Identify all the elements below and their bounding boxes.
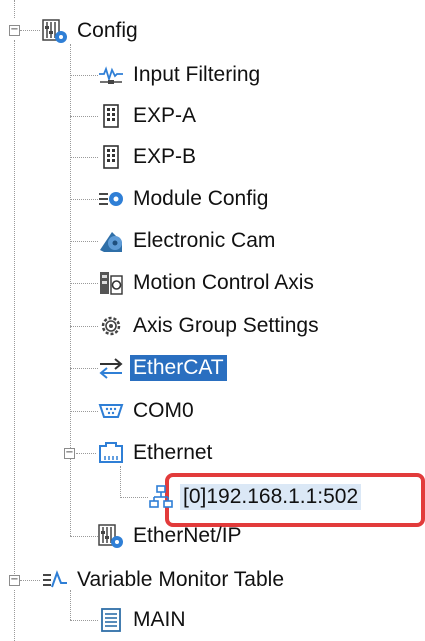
tree-node-exp-a[interactable]: EXP-A: [98, 99, 199, 133]
expand-toggle-ethernet[interactable]: −: [64, 448, 75, 459]
tree-guide: [70, 199, 98, 200]
tree-guide: [70, 620, 98, 621]
tree-node-modbus-connection[interactable]: [0]192.168.1.1:502: [148, 480, 362, 514]
tree-guide: [76, 453, 96, 454]
tree-guide: [70, 536, 98, 537]
tree-node-com0[interactable]: COM0: [98, 394, 197, 428]
tree-node-label: MAIN: [133, 608, 186, 631]
tree-guide: [70, 368, 98, 369]
tree-guide: [14, 590, 15, 641]
tree-guide: [70, 116, 98, 117]
tree-node-label: Input Filtering: [133, 63, 261, 86]
tree-guide: [70, 157, 98, 158]
tree-node-label: COM0: [133, 399, 194, 422]
cam-icon: [98, 228, 124, 254]
tree-guide: [120, 497, 148, 498]
tree-node-module-config[interactable]: Module Config: [98, 182, 271, 216]
waveform-icon: [98, 62, 124, 88]
tree-guide: [14, 0, 15, 18]
tree-node-label: Module Config: [133, 187, 269, 210]
expand-toggle-config[interactable]: −: [9, 25, 20, 36]
tree-node-config[interactable]: Config: [42, 14, 141, 48]
tree-node-input-filtering[interactable]: Input Filtering: [98, 58, 263, 92]
tree-node-ethernet[interactable]: Ethernet: [98, 436, 215, 470]
tree-guide: [70, 75, 98, 76]
tree-node-label: Config: [77, 19, 138, 42]
tree-node-motion-control-axis[interactable]: Motion Control Axis: [98, 266, 317, 300]
axis-icon: [98, 270, 124, 296]
tree-node-label: EXP-A: [133, 104, 197, 127]
tree-node-label: Electronic Cam: [133, 229, 276, 252]
project-tree: − Config Input Filtering EXP-A EXP-B Mod…: [0, 0, 425, 641]
tree-node-label: Axis Group Settings: [133, 314, 319, 337]
tree-node-label: EtherCAT: [130, 355, 227, 381]
tree-node-label: EXP-B: [133, 145, 197, 168]
monitor-trend-icon: [42, 567, 68, 593]
tree-node-variable-monitor-table[interactable]: Variable Monitor Table: [42, 563, 287, 597]
module-card-icon: [98, 144, 124, 170]
config-settings-icon: [98, 523, 124, 549]
tree-guide: [20, 580, 40, 581]
config-settings-icon: [42, 18, 68, 44]
expand-toggle-variable-monitor-table[interactable]: −: [9, 575, 20, 586]
tree-guide: [70, 326, 98, 327]
tree-guide: [70, 283, 98, 284]
tree-node-label: Ethernet: [133, 441, 213, 464]
tree-node-ethernet-ip[interactable]: EtherNet/IP: [98, 519, 245, 553]
gear-icon: [98, 313, 124, 339]
tree-guide: [20, 30, 40, 31]
network-port-icon: [98, 440, 124, 466]
tree-node-label: Variable Monitor Table: [77, 568, 285, 591]
tree-guide: [70, 411, 98, 412]
table-doc-icon: [98, 607, 124, 633]
tree-node-electronic-cam[interactable]: Electronic Cam: [98, 224, 278, 258]
transfer-arrows-icon: [98, 355, 124, 381]
tree-node-axis-group-settings[interactable]: Axis Group Settings: [98, 309, 322, 343]
serial-port-icon: [98, 398, 124, 424]
tree-node-ethercat[interactable]: EtherCAT: [98, 351, 227, 385]
tree-guide: [70, 44, 71, 536]
module-config-icon: [98, 186, 124, 212]
tree-guide: [120, 466, 121, 498]
tree-node-main[interactable]: MAIN: [98, 603, 189, 637]
tree-node-label: Motion Control Axis: [133, 271, 314, 294]
network-nodes-icon: [148, 484, 174, 510]
module-card-icon: [98, 103, 124, 129]
tree-node-label: EtherNet/IP: [133, 524, 242, 547]
tree-guide: [70, 241, 98, 242]
tree-guide: [14, 40, 15, 580]
tree-node-exp-b[interactable]: EXP-B: [98, 140, 199, 174]
tree-node-label: [0]192.168.1.1:502: [180, 484, 362, 510]
